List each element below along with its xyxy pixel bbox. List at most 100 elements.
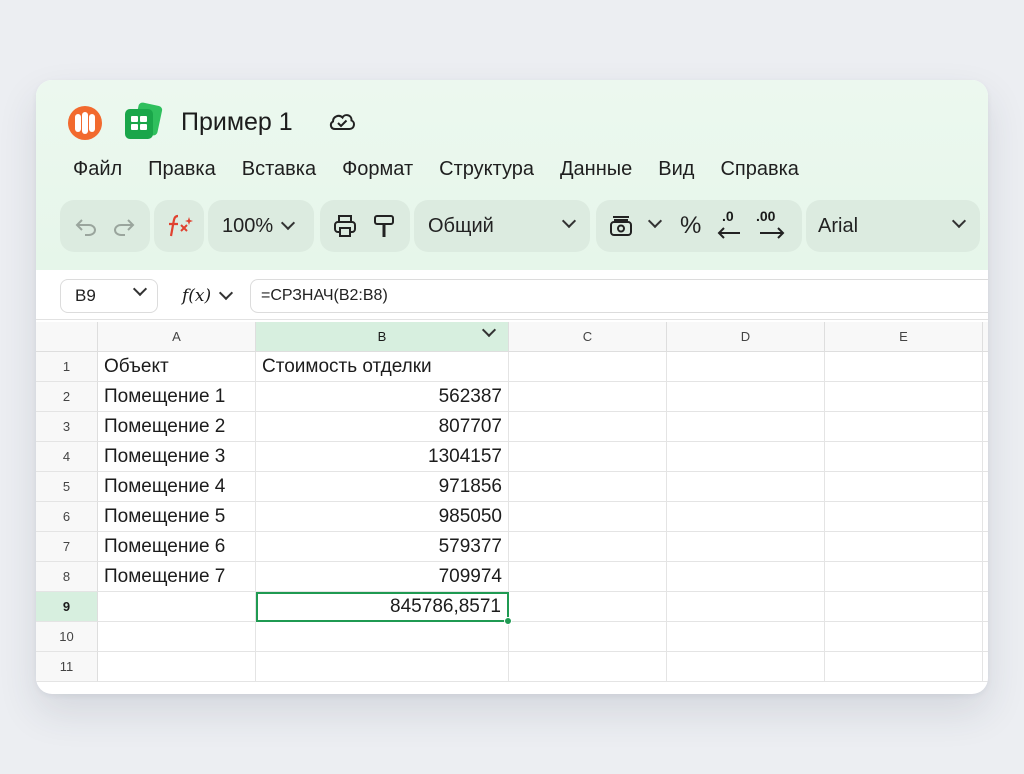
- row-header[interactable]: 6: [36, 502, 98, 532]
- table-cell[interactable]: 709974: [256, 562, 509, 592]
- table-cell[interactable]: [98, 652, 256, 682]
- table-cell[interactable]: [667, 592, 825, 622]
- table-cell[interactable]: [509, 562, 667, 592]
- yandex-360-logo-icon[interactable]: [68, 106, 102, 140]
- percent-button[interactable]: %: [680, 212, 701, 240]
- table-cell[interactable]: Помещение 6: [98, 532, 256, 562]
- decrease-decimals-button[interactable]: .0: [716, 208, 746, 244]
- row-header[interactable]: 5: [36, 472, 98, 502]
- fill-handle[interactable]: [504, 617, 512, 625]
- table-cell[interactable]: [509, 472, 667, 502]
- column-header-e[interactable]: E: [825, 322, 983, 352]
- table-cell[interactable]: [825, 592, 983, 622]
- table-cell[interactable]: Помещение 2: [98, 412, 256, 442]
- table-cell[interactable]: [667, 352, 825, 382]
- table-cell[interactable]: [509, 622, 667, 652]
- table-cell[interactable]: [667, 442, 825, 472]
- table-cell[interactable]: [667, 532, 825, 562]
- table-cell[interactable]: [667, 472, 825, 502]
- cloud-check-icon[interactable]: [328, 110, 356, 134]
- table-cell[interactable]: [509, 412, 667, 442]
- column-header-f[interactable]: [983, 322, 988, 352]
- table-cell[interactable]: Помещение 1: [98, 382, 256, 412]
- row-header[interactable]: 1: [36, 352, 98, 382]
- table-cell[interactable]: [98, 622, 256, 652]
- document-title[interactable]: Пример 1: [181, 106, 293, 138]
- row-header[interactable]: 2: [36, 382, 98, 412]
- currency-icon[interactable]: [608, 213, 634, 239]
- menu-help[interactable]: Справка: [720, 156, 798, 182]
- table-cell[interactable]: [667, 412, 825, 442]
- menu-structure[interactable]: Структура: [439, 156, 534, 182]
- menu-format[interactable]: Формат: [342, 156, 413, 182]
- row-header[interactable]: 8: [36, 562, 98, 592]
- table-cell[interactable]: Стоимость отделки: [256, 352, 509, 382]
- table-cell[interactable]: [667, 562, 825, 592]
- table-cell[interactable]: [825, 472, 983, 502]
- name-box[interactable]: B9: [60, 279, 158, 313]
- table-cell[interactable]: 985050: [256, 502, 509, 532]
- row-header[interactable]: 10: [36, 622, 98, 652]
- table-cell[interactable]: [983, 502, 988, 532]
- zoom-select[interactable]: 100%: [208, 200, 314, 252]
- table-cell[interactable]: Помещение 4: [98, 472, 256, 502]
- table-cell[interactable]: [825, 442, 983, 472]
- functions-button[interactable]: [154, 200, 204, 252]
- table-cell[interactable]: [509, 652, 667, 682]
- row-header[interactable]: 9: [36, 592, 98, 622]
- table-cell[interactable]: [509, 502, 667, 532]
- font-select[interactable]: Arial: [806, 200, 980, 252]
- print-icon[interactable]: [332, 214, 358, 238]
- table-cell[interactable]: [667, 622, 825, 652]
- table-cell[interactable]: [983, 472, 988, 502]
- table-cell[interactable]: Помещение 5: [98, 502, 256, 532]
- redo-icon[interactable]: [112, 216, 136, 236]
- row-header[interactable]: 11: [36, 652, 98, 682]
- table-cell[interactable]: [825, 622, 983, 652]
- paint-roller-icon[interactable]: [372, 213, 396, 239]
- row-header[interactable]: 3: [36, 412, 98, 442]
- undo-icon[interactable]: [74, 216, 98, 236]
- table-cell[interactable]: Объект: [98, 352, 256, 382]
- menu-file[interactable]: Файл: [73, 156, 122, 182]
- table-cell[interactable]: [825, 502, 983, 532]
- table-cell[interactable]: [983, 622, 988, 652]
- number-format-select[interactable]: Общий: [414, 200, 590, 252]
- table-cell[interactable]: 807707: [256, 412, 509, 442]
- table-cell[interactable]: [509, 352, 667, 382]
- table-cell[interactable]: 579377: [256, 532, 509, 562]
- table-cell[interactable]: [509, 442, 667, 472]
- table-cell[interactable]: [825, 652, 983, 682]
- table-cell[interactable]: [667, 652, 825, 682]
- table-cell[interactable]: [825, 412, 983, 442]
- menu-edit[interactable]: Правка: [148, 156, 216, 182]
- table-cell[interactable]: [983, 562, 988, 592]
- formula-input[interactable]: =СРЗНАЧ(B2:B8): [250, 279, 988, 313]
- table-cell[interactable]: [256, 652, 509, 682]
- increase-decimals-button[interactable]: .00: [756, 208, 790, 244]
- table-cell[interactable]: 971856: [256, 472, 509, 502]
- tables-app-icon[interactable]: [122, 102, 164, 142]
- table-cell[interactable]: [983, 382, 988, 412]
- select-all-corner[interactable]: [36, 322, 98, 352]
- menu-view[interactable]: Вид: [658, 156, 694, 182]
- table-cell[interactable]: [509, 382, 667, 412]
- chevron-down-icon[interactable]: [647, 213, 663, 229]
- table-cell[interactable]: [509, 532, 667, 562]
- table-cell[interactable]: 1304157: [256, 442, 509, 472]
- row-header[interactable]: 4: [36, 442, 98, 472]
- table-cell[interactable]: [983, 532, 988, 562]
- table-cell[interactable]: Помещение 3: [98, 442, 256, 472]
- table-cell[interactable]: [983, 652, 988, 682]
- column-header-b[interactable]: B: [256, 322, 509, 352]
- column-header-c[interactable]: C: [509, 322, 667, 352]
- column-header-a[interactable]: A: [98, 322, 256, 352]
- table-cell[interactable]: [667, 382, 825, 412]
- table-cell[interactable]: [825, 352, 983, 382]
- row-header[interactable]: 7: [36, 532, 98, 562]
- table-cell[interactable]: [98, 592, 256, 622]
- table-cell[interactable]: [825, 562, 983, 592]
- function-picker[interactable]: f(x): [182, 282, 234, 310]
- table-cell[interactable]: [825, 382, 983, 412]
- active-cell[interactable]: 845786,8571: [256, 592, 509, 622]
